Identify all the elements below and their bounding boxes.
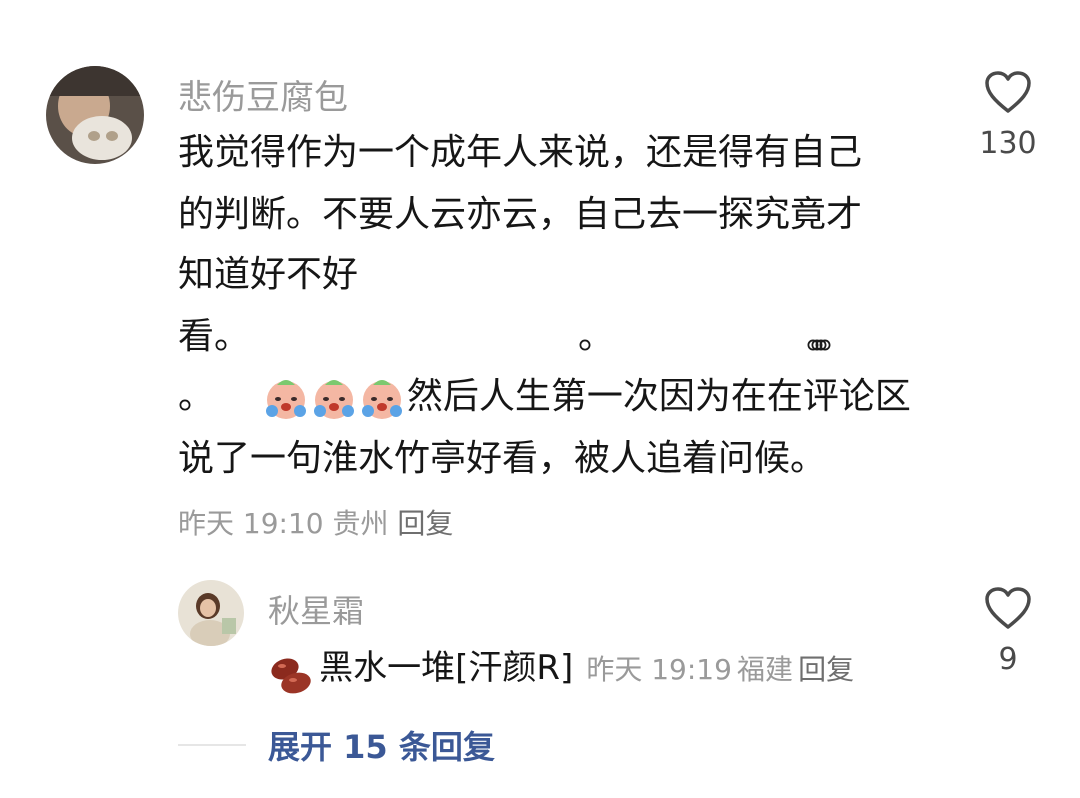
comment-line-4: 看。 (178, 316, 251, 357)
reply-button[interactable]: 回复 (397, 507, 453, 540)
comment-dots-group: 。。。。 (806, 316, 854, 357)
reply-like-count: 9 (998, 642, 1018, 677)
comment-line-1: 我觉得作为一个成年人来说，还是得有自己 (178, 132, 863, 173)
comment-line-5-text: 然后人生第一次因为在在评论区 (406, 376, 911, 417)
crying-face-icon (361, 380, 402, 419)
reply-time: 昨天 19:19 (586, 653, 732, 686)
divider (178, 744, 246, 746)
comment-time: 昨天 19:10 (178, 507, 324, 540)
reply-avatar[interactable] (178, 580, 244, 646)
commenter-avatar[interactable] (46, 66, 144, 164)
expand-replies-button[interactable]: 展开 15 条回复 (268, 722, 495, 768)
reply-text: 黑水一堆[汗颜R] (319, 648, 574, 688)
crying-face-icon (265, 380, 306, 419)
heart-icon (985, 587, 1031, 629)
like-button[interactable]: 130 (972, 70, 1044, 161)
comment-line-3: 知道好不好 (178, 254, 359, 295)
reply-location: 福建 (737, 653, 794, 686)
comment-line-2: 的判断。不要人云亦云，自己去一探究竟才 (178, 194, 863, 235)
comment-line-6: 说了一句淮水竹亭好看，被人追着问候。 (178, 438, 827, 479)
comment-dot-single: 。 (578, 316, 615, 357)
like-count: 130 (979, 126, 1037, 161)
commenter-username[interactable]: 悲伤豆腐包 (178, 70, 348, 119)
comment-meta: 昨天 19:10 贵州 回复 (178, 502, 453, 542)
red-bean-icon (271, 657, 311, 693)
comment-line-5: 。 然后人生第一次因为在在评论区 (178, 366, 911, 428)
reply-username[interactable]: 秋星霜 (268, 586, 364, 632)
comment-line-5-prefix: 。 (178, 376, 215, 417)
reply-body: 黑水一堆[汗颜R] 昨天 19:19 福建 回复 (268, 642, 854, 694)
comment-location: 贵州 (332, 507, 389, 540)
reply-like-button[interactable]: 9 (972, 586, 1044, 677)
heart-icon (985, 71, 1031, 113)
reply-reply-button[interactable]: 回复 (798, 653, 854, 686)
crying-face-icon (313, 380, 354, 419)
